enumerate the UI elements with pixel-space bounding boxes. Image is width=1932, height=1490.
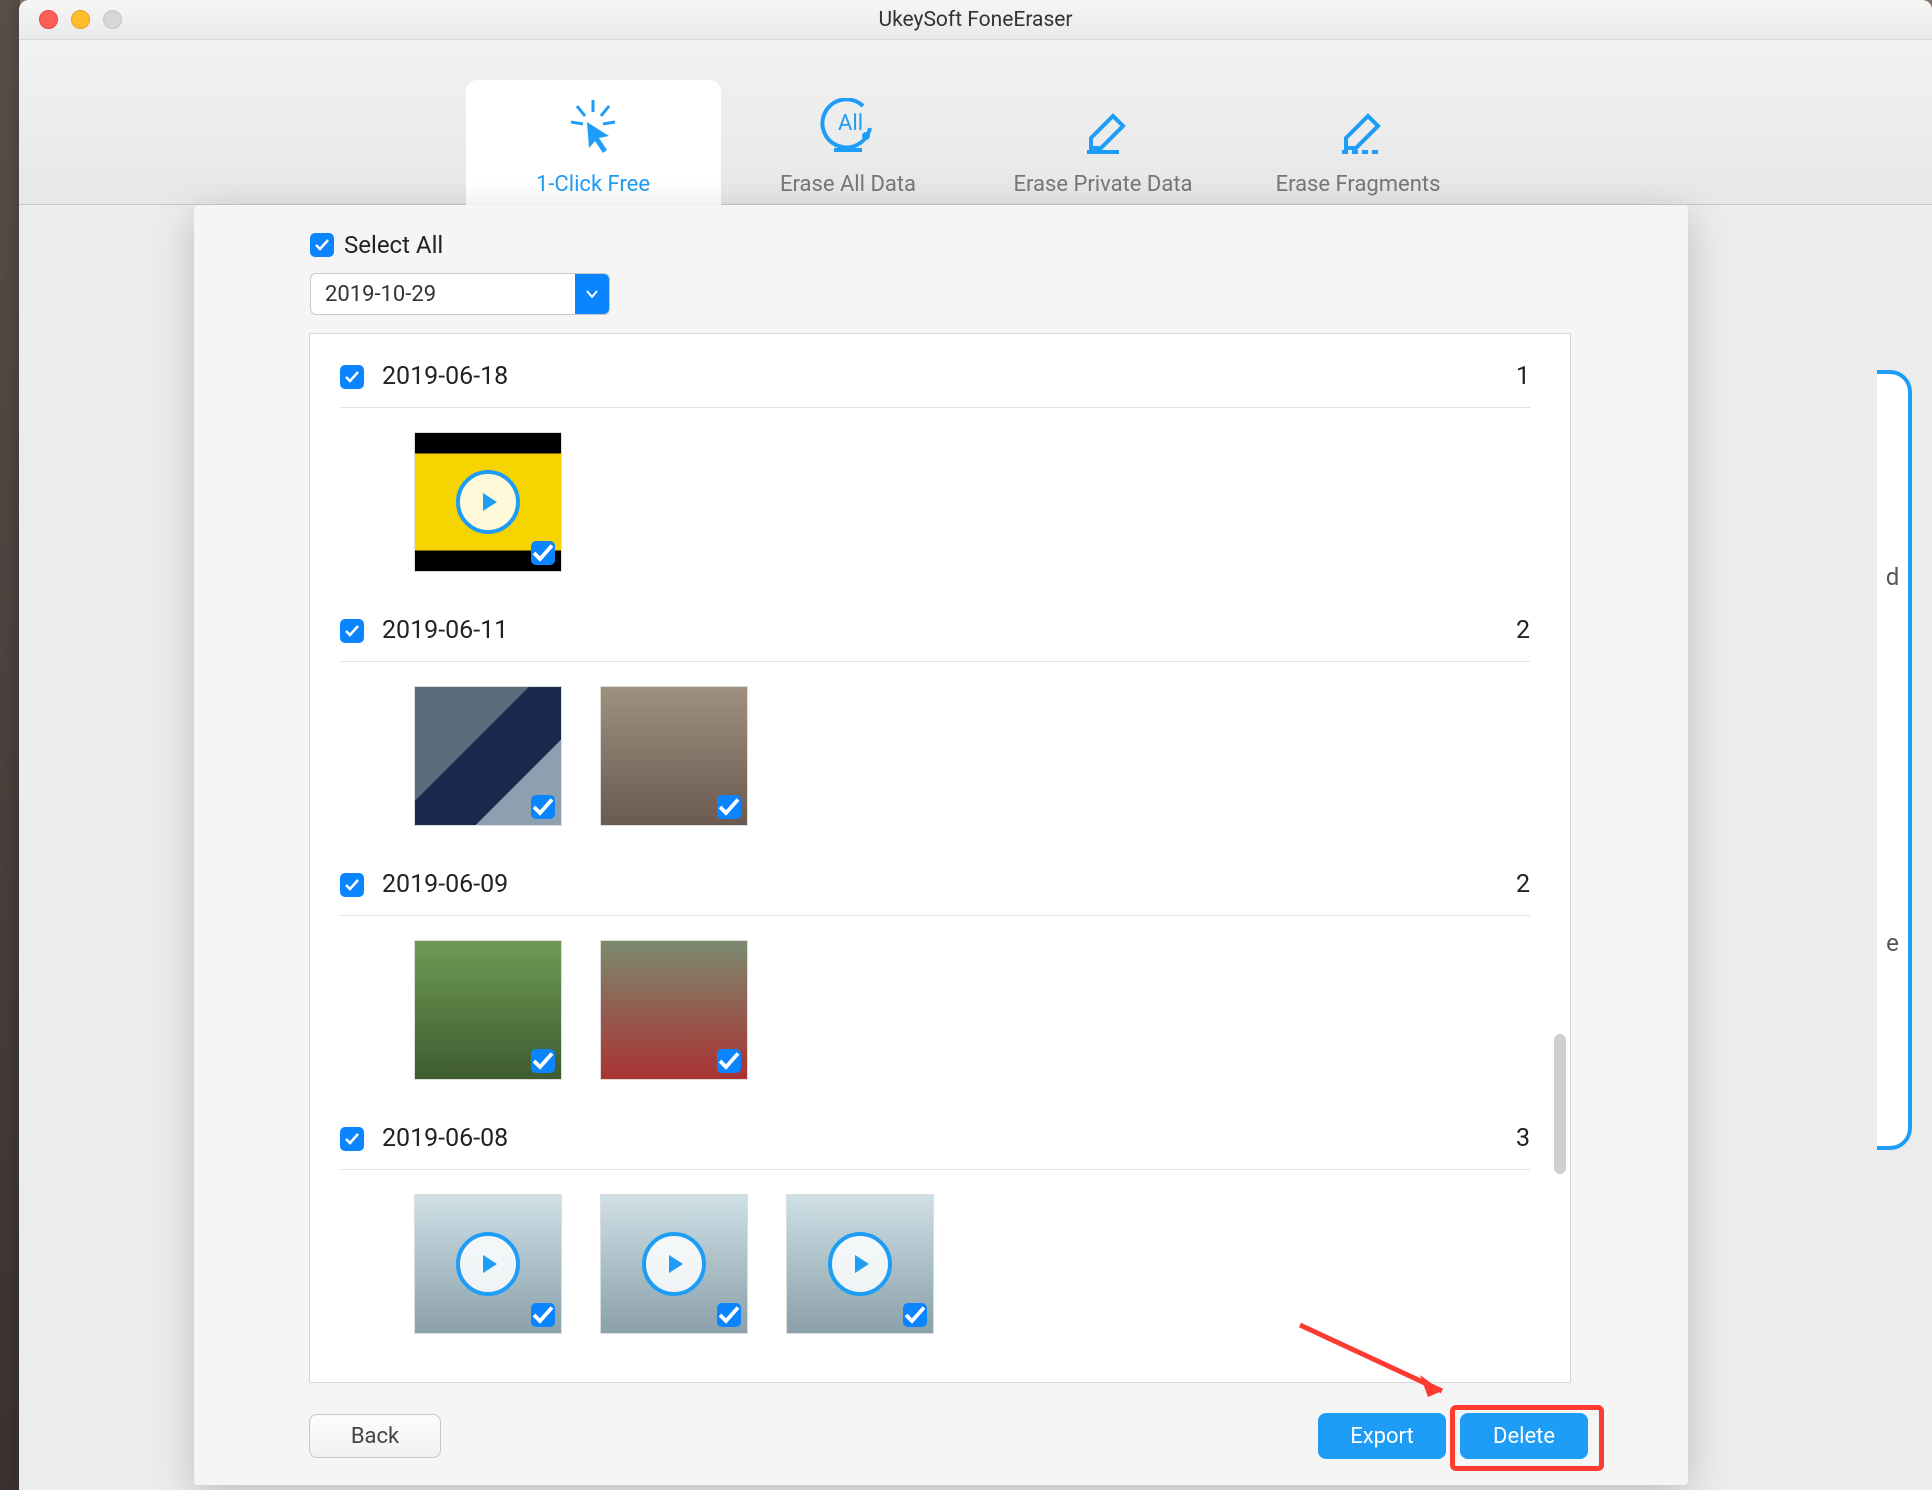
date-group: 2019-06-18 1	[340, 352, 1530, 580]
underlying-panel-edge: d e	[1877, 370, 1912, 1150]
close-window-button[interactable]	[39, 10, 58, 29]
media-thumbnail[interactable]	[600, 940, 748, 1080]
group-count: 3	[1516, 1124, 1530, 1153]
thumb-checkbox[interactable]	[531, 541, 555, 565]
thumb-checkbox[interactable]	[903, 1303, 927, 1327]
eraser-fragments-icon	[1328, 98, 1388, 158]
play-icon	[642, 1232, 706, 1296]
titlebar: UkeySoft FoneEraser	[19, 0, 1932, 40]
group-date: 2019-06-18	[382, 362, 1516, 391]
eraser-private-icon	[1073, 98, 1133, 158]
thumb-checkbox[interactable]	[531, 1049, 555, 1073]
media-thumbnail[interactable]	[600, 1194, 748, 1334]
tab-erase-all-data[interactable]: All Erase All Data	[721, 80, 976, 215]
group-checkbox[interactable]	[340, 1127, 364, 1151]
media-list: 2019-06-18 1 2019-06-11	[309, 333, 1571, 1383]
media-thumbnail[interactable]	[414, 686, 562, 826]
play-icon	[456, 470, 520, 534]
media-thumbnail[interactable]	[414, 1194, 562, 1334]
media-list-scroll[interactable]: 2019-06-18 1 2019-06-11	[310, 334, 1570, 1382]
media-selection-panel: Select All 2019-10-29 2019-06-18 1	[194, 205, 1688, 1485]
thumb-checkbox[interactable]	[717, 1303, 741, 1327]
maximize-window-button[interactable]	[103, 10, 122, 29]
svg-text:All: All	[838, 111, 863, 136]
chevron-down-icon	[575, 274, 609, 314]
app-title: UkeySoft FoneEraser	[878, 8, 1072, 32]
tab-label: Erase Fragments	[1276, 172, 1441, 197]
group-count: 1	[1516, 362, 1530, 391]
group-date: 2019-06-08	[382, 1124, 1516, 1153]
date-group: 2019-06-11 2	[340, 606, 1530, 834]
desktop-background	[0, 0, 20, 1490]
back-button[interactable]: Back	[309, 1414, 441, 1458]
tab-erase-fragments[interactable]: Erase Fragments	[1231, 80, 1486, 215]
media-thumbnail[interactable]	[414, 432, 562, 572]
panel-controls: Select All 2019-10-29	[194, 205, 1688, 327]
window-controls	[19, 10, 122, 29]
tab-label: Erase Private Data	[1013, 172, 1192, 197]
cursor-click-icon	[563, 98, 623, 158]
panel-footer: Back Export Delete	[309, 1413, 1588, 1459]
select-all-row: Select All	[310, 231, 1572, 259]
minimize-window-button[interactable]	[71, 10, 90, 29]
date-filter-dropdown[interactable]: 2019-10-29	[310, 273, 610, 315]
select-all-checkbox[interactable]	[310, 233, 334, 257]
thumb-checkbox[interactable]	[717, 1049, 741, 1073]
group-checkbox[interactable]	[340, 365, 364, 389]
tab-1-click-free[interactable]: 1-Click Free	[466, 80, 721, 215]
date-group: 2019-06-08 3	[340, 1114, 1530, 1342]
thumb-checkbox[interactable]	[531, 795, 555, 819]
main-tabbar: 1-Click Free All Erase All Data Erase Pr…	[19, 40, 1932, 205]
tab-erase-private-data[interactable]: Erase Private Data	[976, 80, 1231, 215]
check-icon	[314, 237, 330, 253]
media-thumbnail[interactable]	[414, 940, 562, 1080]
media-thumbnail[interactable]	[600, 686, 748, 826]
thumb-checkbox[interactable]	[717, 795, 741, 819]
date-filter-value: 2019-10-29	[311, 282, 450, 307]
play-icon	[828, 1232, 892, 1296]
scrollbar-thumb[interactable]	[1554, 1034, 1566, 1174]
tab-label: 1-Click Free	[536, 172, 650, 197]
delete-button[interactable]: Delete	[1460, 1413, 1588, 1459]
app-window: UkeySoft FoneEraser 1-Click Free All Era…	[19, 0, 1932, 1490]
group-checkbox[interactable]	[340, 619, 364, 643]
thumb-checkbox[interactable]	[531, 1303, 555, 1327]
group-date: 2019-06-11	[382, 616, 1516, 645]
tab-label: Erase All Data	[780, 172, 916, 197]
group-date: 2019-06-09	[382, 870, 1516, 899]
erase-all-icon: All	[818, 98, 878, 158]
export-button[interactable]: Export	[1318, 1413, 1446, 1459]
select-all-label: Select All	[344, 231, 443, 259]
date-group: 2019-06-09 2	[340, 860, 1530, 1088]
group-count: 2	[1516, 870, 1530, 899]
play-icon	[456, 1232, 520, 1296]
group-checkbox[interactable]	[340, 873, 364, 897]
group-count: 2	[1516, 616, 1530, 645]
media-thumbnail[interactable]	[786, 1194, 934, 1334]
